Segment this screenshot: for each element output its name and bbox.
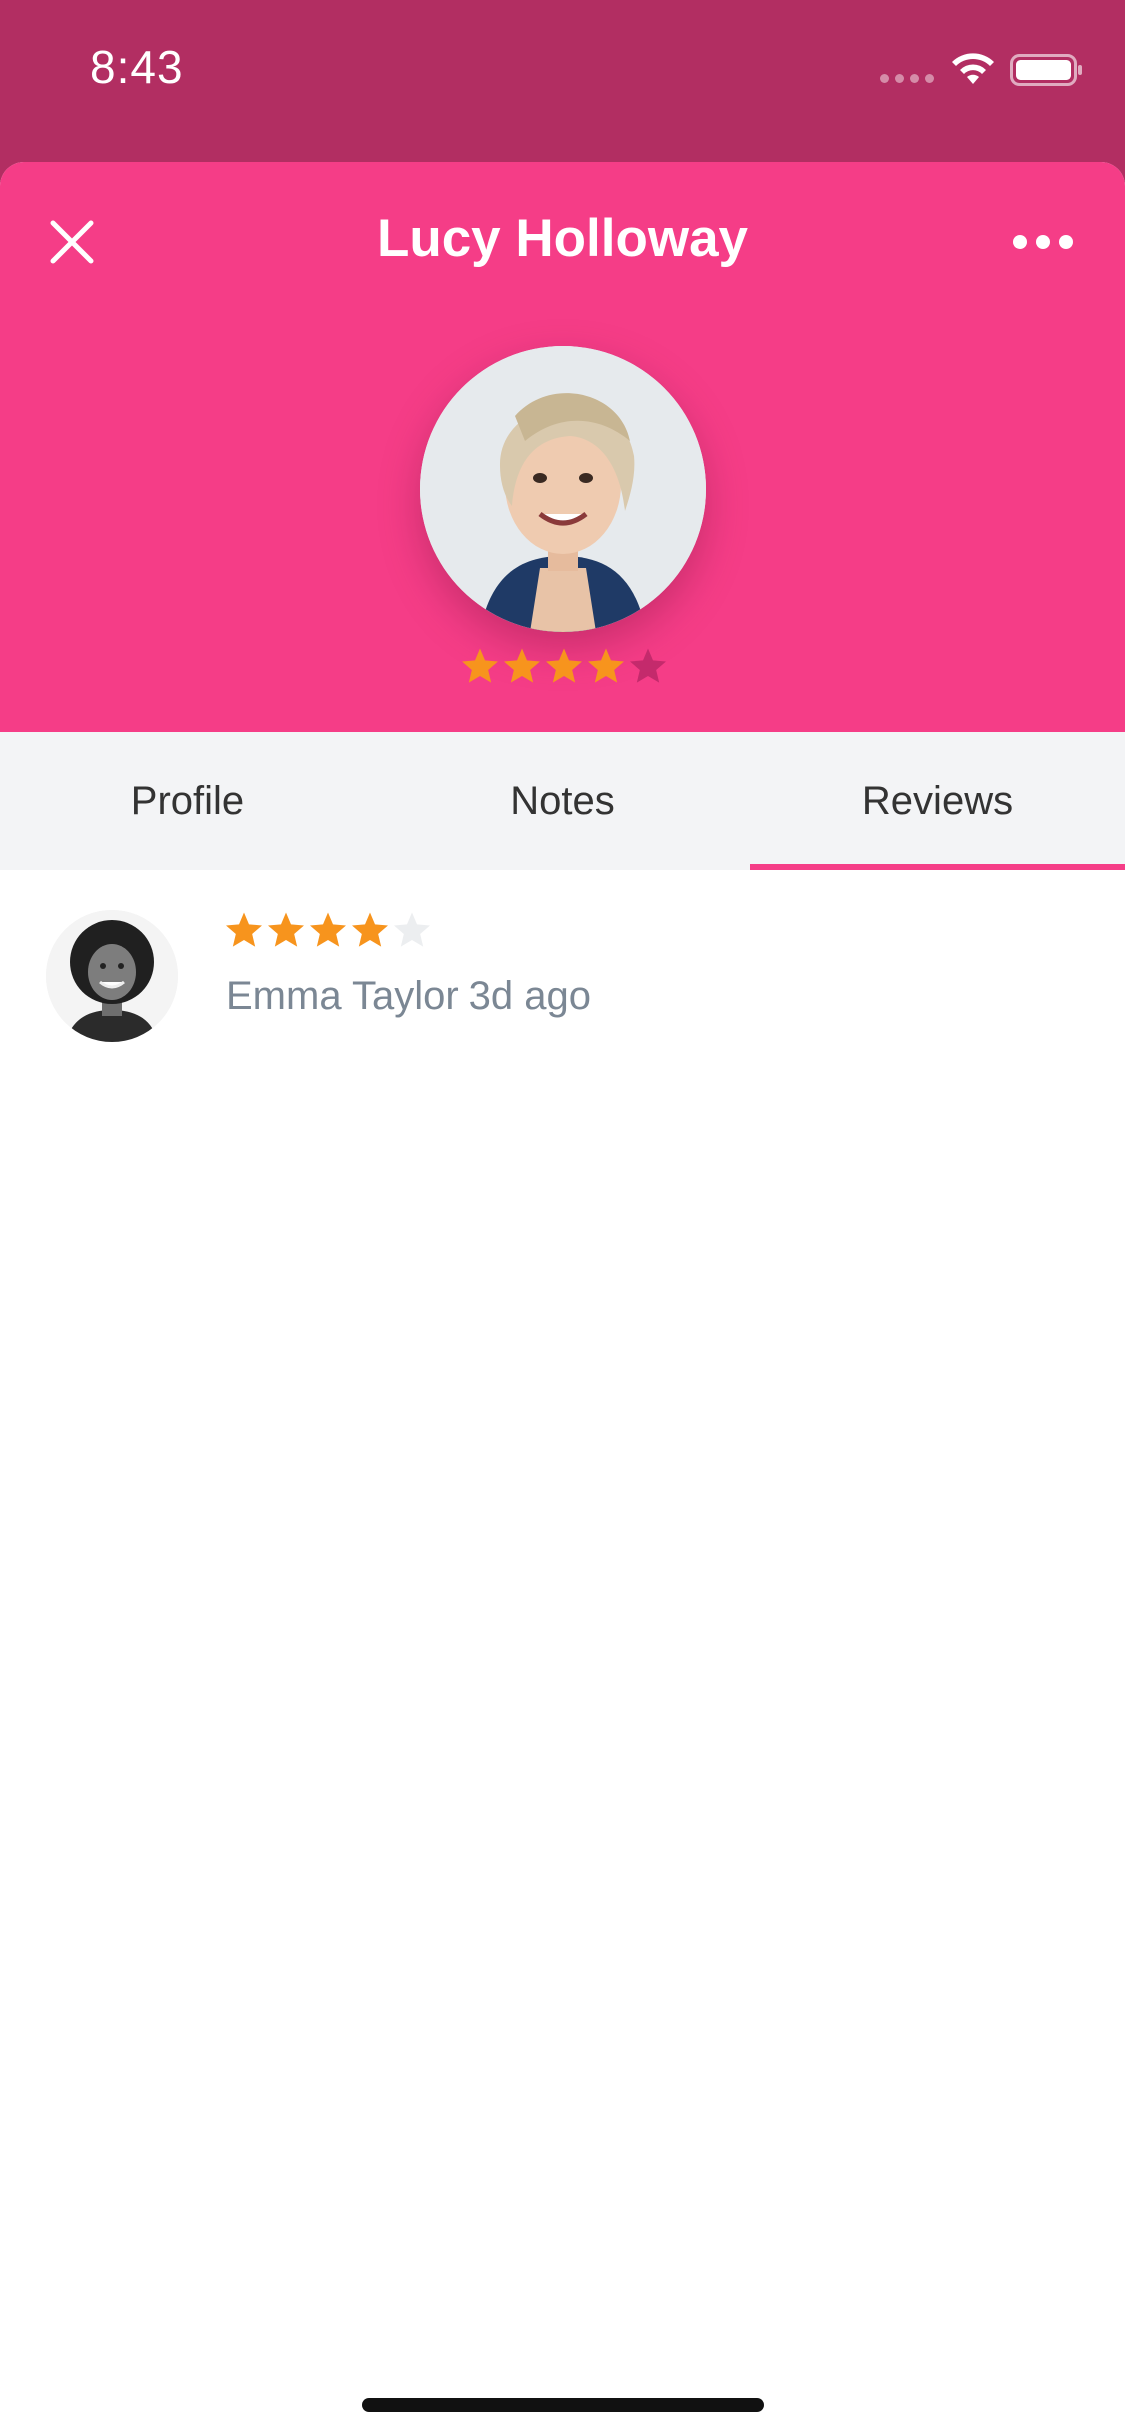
app-screen: 8:43 Lucy Holloway Profile Notes Reviews… xyxy=(0,0,1125,2436)
home-indicator[interactable] xyxy=(362,2398,764,2412)
tab-notes[interactable]: Notes xyxy=(375,732,750,870)
star-empty-icon xyxy=(394,912,430,947)
cellular-signal-icon xyxy=(880,74,934,83)
profile-rating xyxy=(460,646,668,686)
review-time: 3d ago xyxy=(468,974,591,1018)
star-empty-icon xyxy=(630,648,666,683)
review-meta: Emma Taylor 3d ago xyxy=(226,974,591,1019)
star-filled-icon xyxy=(352,912,388,947)
reviewer-avatar xyxy=(46,910,178,1042)
wifi-icon xyxy=(952,53,994,84)
more-horizontal-icon xyxy=(1013,235,1073,249)
star-filled-icon xyxy=(268,912,304,947)
tab-reviews[interactable]: Reviews xyxy=(750,732,1125,870)
battery-icon xyxy=(1010,54,1082,86)
list-item[interactable]: Emma Taylor 3d ago xyxy=(0,870,1125,1042)
profile-avatar xyxy=(420,346,706,632)
reviewer-name: Emma Taylor xyxy=(226,974,459,1018)
status-bar: 8:43 xyxy=(0,0,1125,150)
tab-bar: Profile Notes Reviews xyxy=(0,732,1125,870)
more-options-button[interactable] xyxy=(1001,210,1085,274)
page-title: Lucy Holloway xyxy=(376,209,749,268)
profile-sheet: Lucy Holloway Profile Notes Reviews Emma… xyxy=(0,162,1125,2436)
star-filled-icon xyxy=(588,648,624,683)
star-filled-icon xyxy=(504,648,540,683)
star-filled-icon xyxy=(462,648,498,683)
star-filled-icon xyxy=(310,912,346,947)
review-rating xyxy=(224,910,432,950)
profile-header: Lucy Holloway xyxy=(0,162,1125,732)
tab-profile[interactable]: Profile xyxy=(0,732,375,870)
status-time: 8:43 xyxy=(90,41,184,93)
star-filled-icon xyxy=(546,648,582,683)
star-filled-icon xyxy=(226,912,262,947)
